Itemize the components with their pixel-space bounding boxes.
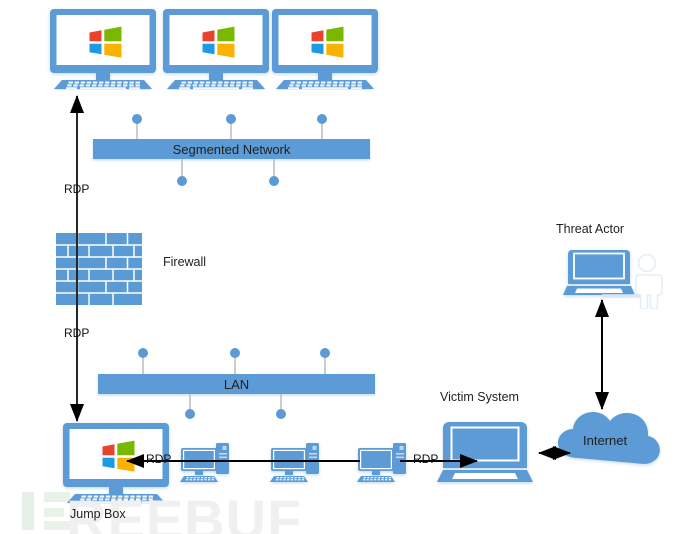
threat-actor-node[interactable] <box>563 250 663 309</box>
workstation-2[interactable] <box>163 9 269 89</box>
lan-bar-group <box>98 348 375 419</box>
internet-cloud[interactable] <box>558 412 660 464</box>
network-diagram-canvas: REEBUF Segmented Network LAN Firewall Ju… <box>0 0 690 534</box>
lan-host-2[interactable] <box>270 443 319 482</box>
lan-host-3[interactable] <box>357 443 406 482</box>
firewall-icon[interactable] <box>56 233 142 305</box>
diagram-svg <box>22 0 663 530</box>
workstation-1[interactable] <box>50 9 156 89</box>
jump-box-node[interactable] <box>63 423 169 503</box>
victim-system-node[interactable] <box>437 422 533 482</box>
segmented-network-bar-group <box>93 114 370 186</box>
freebuf-watermark <box>22 492 70 530</box>
workstation-3[interactable] <box>272 9 378 89</box>
lan-host-1[interactable] <box>180 443 229 482</box>
